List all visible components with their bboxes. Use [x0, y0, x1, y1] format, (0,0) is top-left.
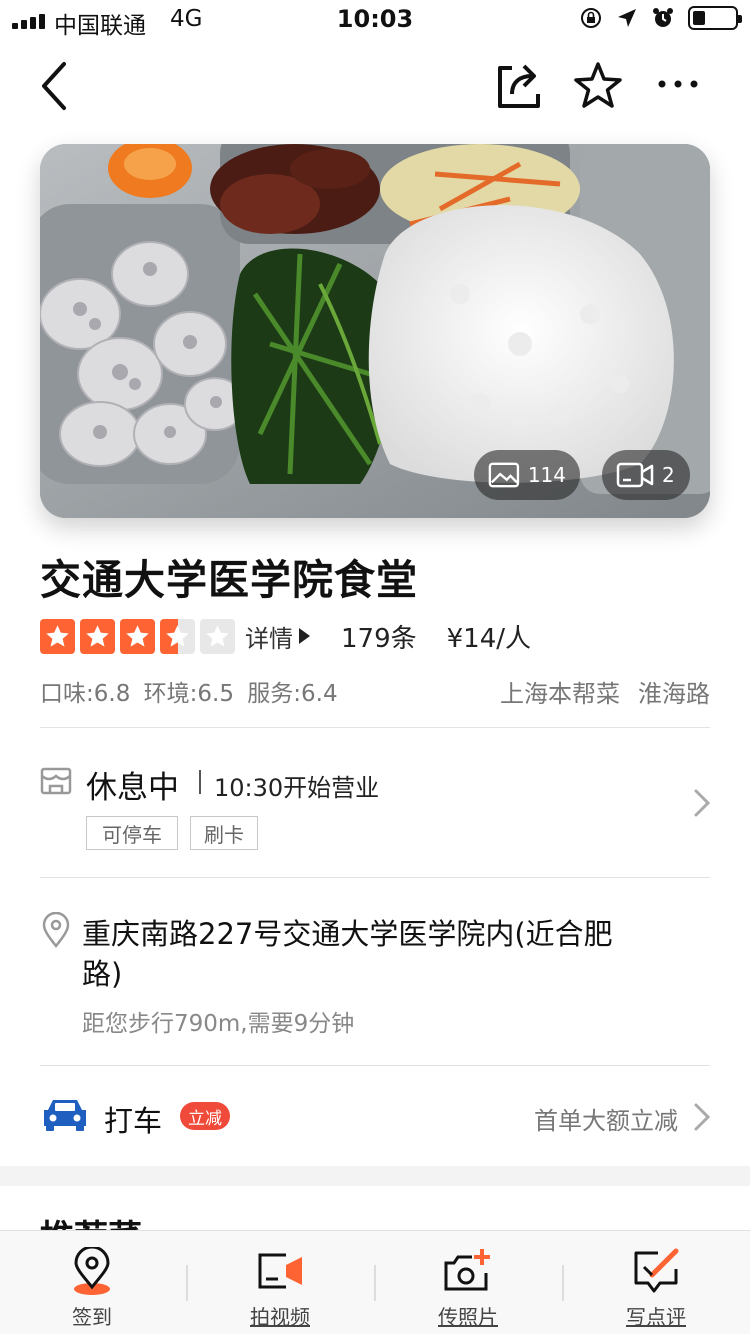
car-icon — [44, 1100, 86, 1131]
photo-count: 114 — [527, 463, 566, 487]
district-tag[interactable]: 淮海路 — [638, 674, 710, 709]
check-in-button[interactable]: 签到 — [22, 1231, 162, 1334]
taxi-label: 打车 — [104, 1104, 163, 1138]
walking-distance: 距您步行790m,需要9分钟 — [82, 1011, 355, 1037]
bar-separator — [562, 1265, 564, 1301]
service-score: 服务:6.4 — [247, 681, 338, 707]
video-icon — [616, 462, 654, 488]
write-review-label: 写点评 — [626, 1305, 686, 1329]
review-count[interactable]: 179条 — [341, 618, 417, 655]
rotation-lock-icon — [581, 8, 601, 28]
star-rating — [40, 618, 235, 654]
sub-scores: 口味:6.8 环境:6.5 服务:6.4 — [40, 674, 344, 708]
image-icon — [488, 462, 520, 488]
taxi-promo-text: 首单大额立减 — [534, 1107, 678, 1135]
divider — [40, 727, 710, 728]
check-in-label: 签到 — [72, 1305, 112, 1329]
average-price: ¥14/人 — [446, 623, 532, 654]
hero-photo[interactable]: 114 2 — [40, 144, 710, 518]
status-bar: 中国联通 4G 10:03 — [0, 0, 750, 40]
chevron-left-icon[interactable] — [30, 58, 80, 114]
photo-count-button[interactable]: 114 — [474, 450, 580, 500]
rating-detail-link[interactable]: 详情 — [245, 619, 311, 654]
video-record-icon — [258, 1253, 302, 1289]
camera-add-icon — [444, 1249, 490, 1291]
video-count-button[interactable]: 2 — [602, 450, 690, 500]
category-tags: 上海本帮菜 淮海路 — [500, 674, 710, 709]
section-gap — [0, 1166, 750, 1186]
divider — [40, 1065, 710, 1066]
rating-row: 详情 179条 ¥14/人 — [40, 616, 720, 656]
rating-star — [40, 618, 75, 654]
facility-tag-card: 刷卡 — [190, 816, 258, 850]
edit-review-icon — [634, 1248, 679, 1293]
upload-photo-button[interactable]: 传照片 — [398, 1231, 538, 1334]
bottom-action-bar: 签到 拍视频 传照片 写点评 — [0, 1230, 750, 1334]
battery-icon — [688, 6, 742, 30]
rating-star — [160, 618, 195, 654]
record-video-button[interactable]: 拍视频 — [210, 1231, 350, 1334]
video-count: 2 — [662, 463, 675, 487]
rating-star — [120, 618, 155, 654]
cuisine-tag[interactable]: 上海本帮菜 — [500, 674, 620, 709]
write-review-button[interactable]: 写点评 — [586, 1231, 726, 1334]
storefront-icon — [40, 767, 72, 795]
taste-score: 口味:6.8 — [40, 681, 131, 707]
location-pin-icon — [42, 912, 70, 948]
location-arrow-icon — [618, 9, 636, 27]
restaurant-name: 交通大学医学院食堂 — [40, 556, 418, 604]
upload-photo-label: 传照片 — [438, 1305, 498, 1329]
detail-label: 详情 — [245, 624, 293, 653]
environment-score: 环境:6.5 — [143, 681, 234, 707]
nav-bar — [0, 48, 750, 124]
business-status: 休息中 — [86, 770, 179, 806]
location-pin-icon — [74, 1247, 110, 1295]
share-icon[interactable] — [490, 58, 546, 114]
opening-time: 10:30开始营业 — [214, 774, 380, 802]
record-video-label: 拍视频 — [250, 1305, 310, 1329]
discount-badge: 立减 — [180, 1102, 230, 1130]
rating-star — [200, 618, 235, 654]
bar-separator — [186, 1265, 188, 1301]
chevron-right-icon — [694, 789, 711, 817]
rating-star — [80, 618, 115, 654]
bar-separator — [374, 1265, 376, 1301]
alarm-icon — [653, 8, 673, 27]
address-text: 重庆南路227号交通大学医学院内(近合肥路) — [82, 917, 613, 991]
star-outline-icon[interactable] — [570, 58, 626, 114]
facility-tag-parking: 可停车 — [86, 816, 178, 850]
triangle-right-icon — [299, 628, 310, 644]
status-separator — [199, 770, 201, 794]
chevron-right-icon — [694, 1103, 711, 1131]
divider — [40, 877, 710, 878]
more-dots-icon[interactable] — [652, 58, 708, 114]
